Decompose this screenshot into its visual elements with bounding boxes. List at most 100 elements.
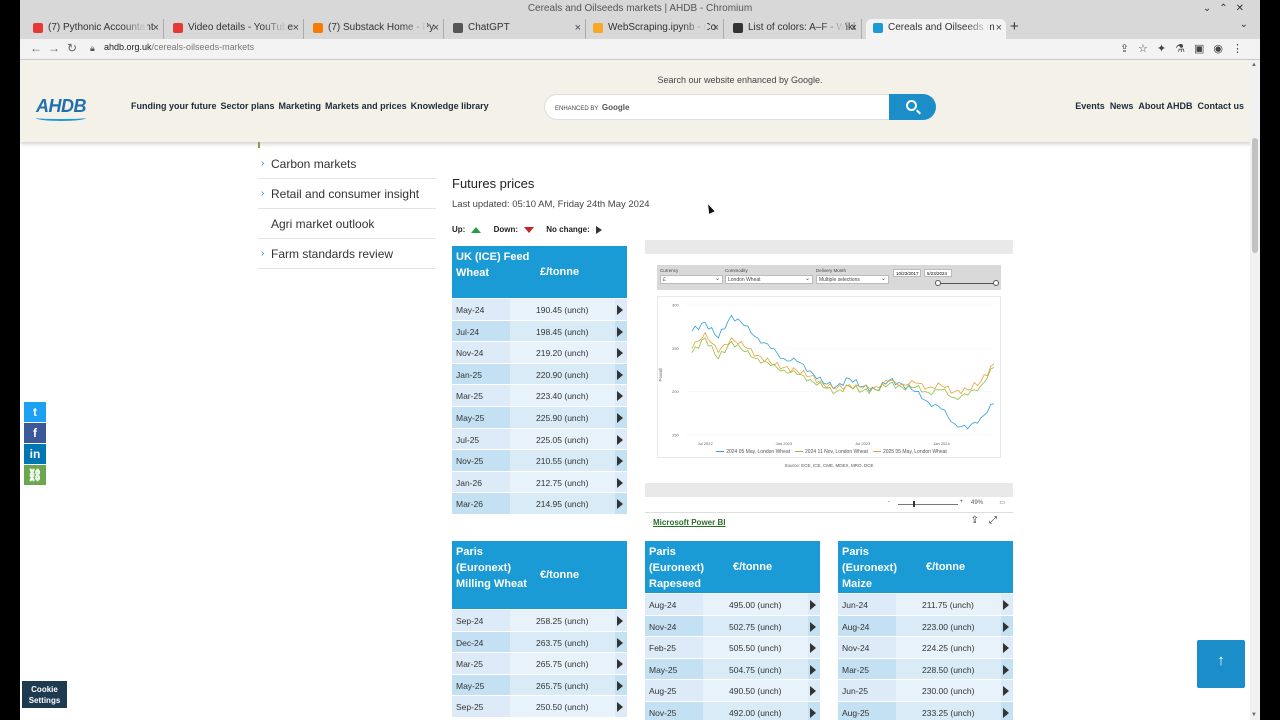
no-change-arrow-icon[interactable] bbox=[1003, 621, 1009, 632]
scrollbar-thumb[interactable] bbox=[1252, 138, 1258, 253]
no-change-arrow-icon[interactable] bbox=[810, 664, 816, 675]
back-to-top-button[interactable]: ↑ bbox=[1197, 640, 1245, 688]
tab-close-icon[interactable]: × bbox=[153, 19, 159, 37]
lock-icon[interactable]: 🔒︎ bbox=[90, 43, 95, 54]
delivery-month-filter[interactable]: Delivery Month Multiple selections bbox=[816, 268, 889, 284]
no-change-arrow-icon[interactable] bbox=[617, 326, 623, 337]
fit-page-icon[interactable]: ▭ bbox=[999, 499, 1005, 506]
ahdb-logo[interactable]: AHDB bbox=[36, 96, 87, 117]
commodity-filter[interactable]: Commodity London Wheat bbox=[725, 268, 813, 284]
no-change-arrow-icon[interactable] bbox=[617, 305, 623, 315]
no-change-arrow-icon[interactable] bbox=[810, 707, 816, 718]
browser-tab[interactable]: ChatGPT × bbox=[446, 19, 586, 39]
table-header: Paris (Euronext) Maize €/tonne bbox=[838, 541, 1013, 593]
zoom-slider-handle[interactable] bbox=[913, 501, 915, 507]
range-start-handle[interactable] bbox=[935, 280, 941, 286]
paris-maize-table: Paris (Euronext) Maize €/tonne Jun-24 211.7… bbox=[838, 541, 1013, 720]
no-change-arrow-icon[interactable] bbox=[810, 621, 816, 632]
tab-search-icon[interactable]: ⌄ bbox=[1240, 19, 1248, 30]
no-change-arrow-icon[interactable] bbox=[617, 659, 623, 670]
commodity-filter-value[interactable]: London Wheat bbox=[725, 275, 813, 284]
no-change-arrow-icon[interactable] bbox=[617, 499, 623, 510]
search-input[interactable]: ENHANCED BY Google bbox=[544, 94, 890, 120]
sidebar-item[interactable]: › Retail and consumer insight bbox=[258, 179, 436, 209]
no-change-arrow-icon[interactable] bbox=[1003, 664, 1009, 675]
no-change-arrow-icon[interactable] bbox=[1003, 643, 1009, 654]
browser-tab[interactable]: Cereals and Oilseeds m × bbox=[866, 19, 1006, 39]
twitter-icon[interactable]: t bbox=[24, 402, 46, 422]
sidebar-item[interactable]: Agri market outlook bbox=[258, 209, 436, 239]
tab-close-icon[interactable]: × bbox=[293, 19, 299, 37]
zoom-out-icon[interactable]: - bbox=[888, 499, 890, 505]
no-change-arrow-icon[interactable] bbox=[617, 702, 623, 713]
date-to-field[interactable]: 5/23/2024 bbox=[924, 269, 952, 277]
no-change-arrow-icon[interactable] bbox=[617, 680, 623, 691]
sidebar-item[interactable]: › Farm standards review bbox=[258, 239, 436, 269]
no-change-arrow-icon[interactable] bbox=[810, 686, 816, 697]
currency-filter-value[interactable]: £ bbox=[660, 275, 723, 284]
no-change-arrow-icon[interactable] bbox=[617, 616, 623, 626]
util-nav-contact-us[interactable]: Contact us bbox=[1197, 101, 1244, 111]
tab-close-icon[interactable]: × bbox=[851, 19, 857, 37]
reload-icon[interactable]: ↻ bbox=[67, 41, 77, 55]
no-change-arrow-icon[interactable] bbox=[617, 434, 623, 445]
no-change-arrow-icon[interactable] bbox=[810, 643, 816, 654]
search-button[interactable] bbox=[889, 94, 936, 120]
no-change-arrow-icon[interactable] bbox=[617, 477, 623, 488]
sidebar-item[interactable]: › Carbon markets bbox=[258, 149, 436, 179]
browser-tab[interactable]: Video details - YouTube × bbox=[166, 19, 304, 39]
nav-item-marketing[interactable]: Marketing bbox=[279, 101, 322, 111]
zoom-in-icon[interactable]: + bbox=[959, 499, 963, 505]
back-icon[interactable]: ← bbox=[30, 41, 42, 55]
currency-filter[interactable]: Currency £ bbox=[660, 268, 723, 284]
tab-close-icon[interactable]: × bbox=[996, 19, 1002, 37]
fullscreen-icon[interactable]: ⤢ bbox=[989, 515, 1007, 526]
cookie-settings-button[interactable]: Cookie Settings bbox=[22, 681, 67, 708]
browser-tab[interactable]: WebScraping.ipynb - Co × bbox=[586, 19, 724, 39]
nav-item-knowledge-library[interactable]: Knowledge library bbox=[411, 101, 489, 111]
copy-link-icon[interactable]: ⛓ bbox=[24, 465, 46, 485]
url-field[interactable]: ahdb.org.uk/cereals-oilseeds-markets bbox=[104, 42, 254, 52]
browser-window: Cereals and Oilseeds markets | AHDB - Ch… bbox=[20, 0, 1260, 720]
price-unit: €/tonne bbox=[926, 561, 966, 573]
powerbi-link[interactable]: Microsoft Power BI bbox=[653, 518, 725, 527]
browser-tab[interactable]: (7) Substack Home - Py × bbox=[306, 19, 444, 39]
zoom-slider[interactable] bbox=[898, 504, 958, 505]
delivery-month-filter-value[interactable]: Multiple selections bbox=[816, 275, 889, 284]
facebook-icon[interactable]: f bbox=[24, 423, 46, 443]
no-change-arrow-icon[interactable] bbox=[1003, 707, 1009, 718]
util-nav-events[interactable]: Events bbox=[1075, 101, 1105, 111]
no-change-arrow-icon[interactable] bbox=[1003, 600, 1009, 610]
range-end-handle[interactable] bbox=[993, 280, 999, 286]
no-change-arrow-icon[interactable] bbox=[617, 369, 623, 380]
window-controls[interactable]: ⌄⌃✕ bbox=[1203, 0, 1252, 17]
no-change-arrow-icon[interactable] bbox=[617, 456, 623, 467]
scroll-up-icon[interactable]: ▲ bbox=[1251, 62, 1257, 68]
linkedin-icon[interactable]: in bbox=[24, 444, 46, 464]
no-change-arrow-icon[interactable] bbox=[810, 600, 816, 610]
tab-close-icon[interactable]: × bbox=[433, 19, 439, 37]
no-change-arrow-icon[interactable] bbox=[617, 637, 623, 648]
powerbi-embed[interactable]: Currency £ Commodity London Wheat Delivery… bbox=[645, 240, 1013, 530]
no-change-arrow-icon[interactable] bbox=[617, 391, 623, 402]
util-nav-news[interactable]: News bbox=[1110, 101, 1134, 111]
nav-item-sector-plans[interactable]: Sector plans bbox=[221, 101, 275, 111]
no-change-arrow-icon[interactable] bbox=[617, 412, 623, 423]
forward-icon[interactable]: → bbox=[48, 41, 60, 55]
util-nav-about-ahdb[interactable]: About AHDB bbox=[1138, 101, 1192, 111]
nav-item-markets-and-prices[interactable]: Markets and prices bbox=[325, 101, 407, 111]
tab-close-icon[interactable]: × bbox=[575, 19, 581, 37]
tab-close-icon[interactable]: × bbox=[713, 19, 719, 37]
scroll-down-icon[interactable]: ▼ bbox=[1251, 712, 1257, 718]
no-change-arrow-icon[interactable] bbox=[617, 348, 623, 359]
share-report-icon[interactable]: ⇪ bbox=[971, 515, 989, 526]
date-range-slider[interactable] bbox=[935, 280, 999, 286]
browser-tab[interactable]: List of colors: A–F - Wiki × bbox=[726, 19, 862, 39]
no-change-arrow-icon[interactable] bbox=[1003, 686, 1009, 697]
new-tab-button[interactable]: + bbox=[1010, 18, 1019, 35]
scrollbar[interactable]: ▲ ▼ bbox=[1250, 60, 1260, 720]
toolbar-icons[interactable]: ⇪☆✦⚗▣◉⋮ bbox=[1120, 42, 1252, 55]
browser-tab[interactable]: (7) Pythonic Accountant × bbox=[26, 19, 164, 39]
nav-item-funding-your-future[interactable]: Funding your future bbox=[131, 101, 217, 111]
date-from-field[interactable]: 10/23/2017 bbox=[893, 269, 921, 277]
